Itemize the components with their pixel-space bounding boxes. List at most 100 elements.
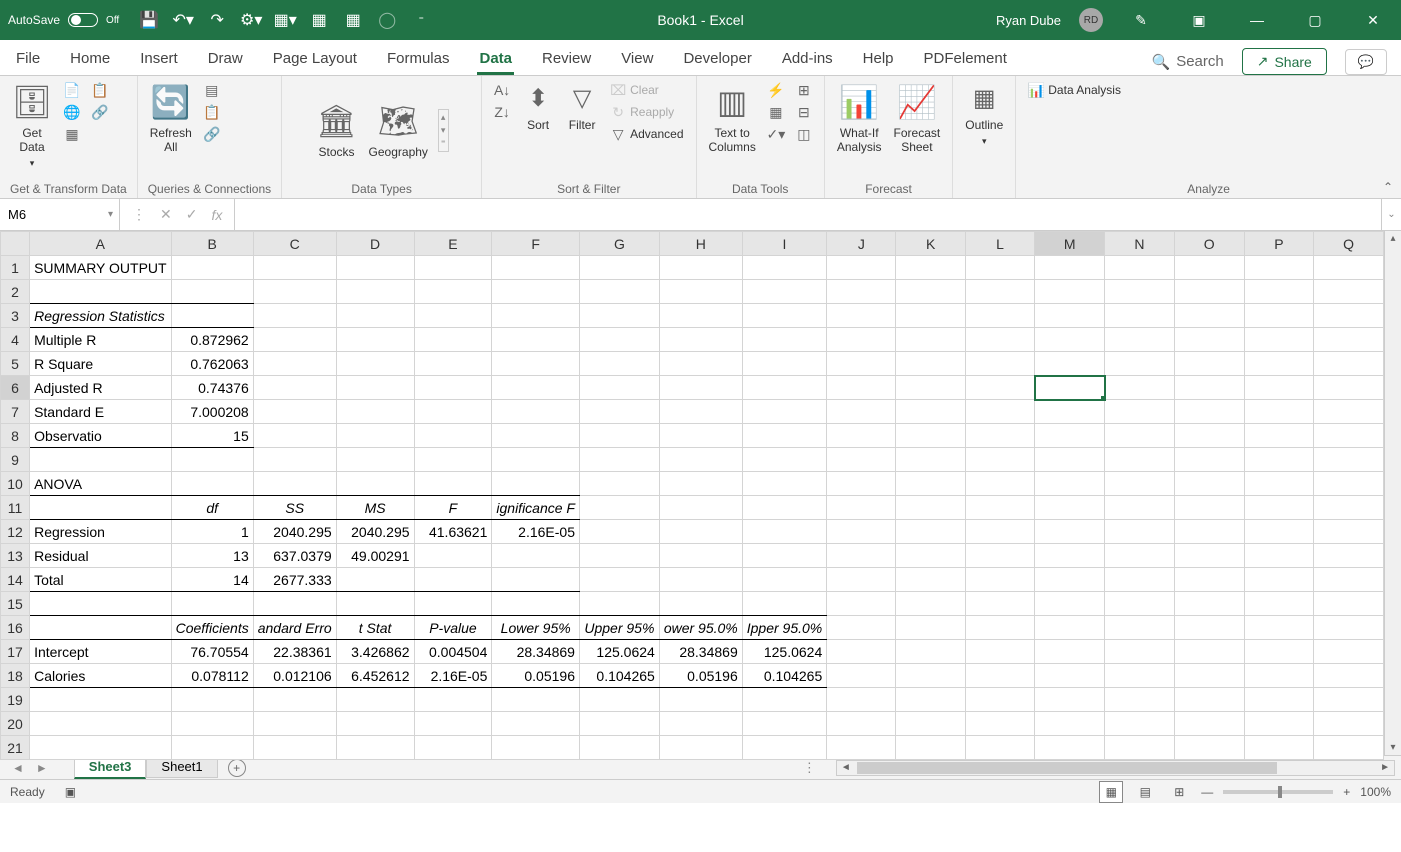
column-header-N[interactable]: N bbox=[1105, 232, 1175, 256]
cell-Q13[interactable] bbox=[1314, 544, 1384, 568]
cell-M16[interactable] bbox=[1035, 616, 1105, 640]
cell-L6[interactable] bbox=[965, 376, 1034, 400]
sort-button[interactable]: ⬍ Sort bbox=[520, 80, 556, 134]
cell-Q14[interactable] bbox=[1314, 568, 1384, 592]
cell-C4[interactable] bbox=[253, 328, 336, 352]
cell-L21[interactable] bbox=[965, 736, 1034, 760]
sheet-next-icon[interactable]: ► bbox=[30, 761, 54, 775]
cell-O10[interactable] bbox=[1174, 472, 1244, 496]
collapse-ribbon-icon[interactable]: ⌃ bbox=[1383, 180, 1393, 194]
row-header-11[interactable]: 11 bbox=[1, 496, 30, 520]
cell-P10[interactable] bbox=[1244, 472, 1314, 496]
data-analysis-button[interactable]: 📊 Data Analysis bbox=[1026, 80, 1123, 100]
cell-C16[interactable]: andard Erro bbox=[253, 616, 336, 640]
cell-I11[interactable] bbox=[742, 496, 827, 520]
refresh-all-button[interactable]: 🔄 Refresh All bbox=[148, 80, 194, 156]
scroll-down-icon[interactable]: ▾ bbox=[1389, 740, 1398, 755]
cell-E12[interactable]: 41.63621 bbox=[414, 520, 492, 544]
cell-O18[interactable] bbox=[1174, 664, 1244, 688]
row-header-7[interactable]: 7 bbox=[1, 400, 30, 424]
cell-K21[interactable] bbox=[896, 736, 966, 760]
cell-M3[interactable] bbox=[1035, 304, 1105, 328]
cell-H11[interactable] bbox=[659, 496, 742, 520]
from-table-button[interactable]: ▦ bbox=[62, 124, 82, 144]
cell-H18[interactable]: 0.05196 bbox=[659, 664, 742, 688]
cell-L16[interactable] bbox=[965, 616, 1034, 640]
cell-Q2[interactable] bbox=[1314, 280, 1384, 304]
horizontal-scrollbar[interactable]: ◄ ► bbox=[836, 760, 1395, 776]
cell-P13[interactable] bbox=[1244, 544, 1314, 568]
cell-M11[interactable] bbox=[1035, 496, 1105, 520]
cell-G19[interactable] bbox=[579, 688, 659, 712]
row-header-4[interactable]: 4 bbox=[1, 328, 30, 352]
cell-O4[interactable] bbox=[1174, 328, 1244, 352]
cell-D21[interactable] bbox=[336, 736, 414, 760]
cell-A12[interactable]: Regression bbox=[30, 520, 172, 544]
cell-F2[interactable] bbox=[492, 280, 580, 304]
cell-P16[interactable] bbox=[1244, 616, 1314, 640]
cell-Q21[interactable] bbox=[1314, 736, 1384, 760]
comments-button[interactable]: 💬 bbox=[1345, 49, 1387, 75]
cell-I9[interactable] bbox=[742, 448, 827, 472]
cell-H21[interactable] bbox=[659, 736, 742, 760]
cell-F18[interactable]: 0.05196 bbox=[492, 664, 580, 688]
scroll-left-icon[interactable]: ◄ bbox=[837, 762, 855, 773]
cell-Q16[interactable] bbox=[1314, 616, 1384, 640]
column-header-J[interactable]: J bbox=[827, 232, 896, 256]
cell-P14[interactable] bbox=[1244, 568, 1314, 592]
cell-G17[interactable]: 125.0624 bbox=[579, 640, 659, 664]
cell-E7[interactable] bbox=[414, 400, 492, 424]
cell-J7[interactable] bbox=[827, 400, 896, 424]
cell-G3[interactable] bbox=[579, 304, 659, 328]
cancel-icon[interactable]: ✕ bbox=[160, 206, 172, 223]
row-header-1[interactable]: 1 bbox=[1, 256, 30, 280]
column-header-L[interactable]: L bbox=[965, 232, 1034, 256]
column-header-F[interactable]: F bbox=[492, 232, 580, 256]
cell-D6[interactable] bbox=[336, 376, 414, 400]
cell-K14[interactable] bbox=[896, 568, 966, 592]
row-header-5[interactable]: 5 bbox=[1, 352, 30, 376]
undo-icon[interactable]: ↶▾ bbox=[173, 10, 193, 30]
row-header-13[interactable]: 13 bbox=[1, 544, 30, 568]
cell-Q8[interactable] bbox=[1314, 424, 1384, 448]
cell-N9[interactable] bbox=[1105, 448, 1175, 472]
cell-L10[interactable] bbox=[965, 472, 1034, 496]
cell-F12[interactable]: 2.16E-05 bbox=[492, 520, 580, 544]
cell-M10[interactable] bbox=[1035, 472, 1105, 496]
cell-N15[interactable] bbox=[1105, 592, 1175, 616]
cell-M1[interactable] bbox=[1035, 256, 1105, 280]
cell-L12[interactable] bbox=[965, 520, 1034, 544]
cell-K13[interactable] bbox=[896, 544, 966, 568]
remove-dup-button[interactable]: ▦ bbox=[766, 102, 786, 122]
cell-H17[interactable]: 28.34869 bbox=[659, 640, 742, 664]
filter-button[interactable]: ▽ Filter bbox=[564, 80, 600, 134]
cell-J9[interactable] bbox=[827, 448, 896, 472]
cell-P20[interactable] bbox=[1244, 712, 1314, 736]
cell-K19[interactable] bbox=[896, 688, 966, 712]
cell-H7[interactable] bbox=[659, 400, 742, 424]
cell-M17[interactable] bbox=[1035, 640, 1105, 664]
cell-M19[interactable] bbox=[1035, 688, 1105, 712]
cell-O9[interactable] bbox=[1174, 448, 1244, 472]
cell-H3[interactable] bbox=[659, 304, 742, 328]
cell-H5[interactable] bbox=[659, 352, 742, 376]
cell-F7[interactable] bbox=[492, 400, 580, 424]
cell-A11[interactable] bbox=[30, 496, 172, 520]
cell-K7[interactable] bbox=[896, 400, 966, 424]
cell-G7[interactable] bbox=[579, 400, 659, 424]
cell-N8[interactable] bbox=[1105, 424, 1175, 448]
cell-D8[interactable] bbox=[336, 424, 414, 448]
cell-I6[interactable] bbox=[742, 376, 827, 400]
cell-D12[interactable]: 2040.295 bbox=[336, 520, 414, 544]
cell-C17[interactable]: 22.38361 bbox=[253, 640, 336, 664]
row-header-9[interactable]: 9 bbox=[1, 448, 30, 472]
cell-O6[interactable] bbox=[1174, 376, 1244, 400]
cell-B11[interactable]: df bbox=[171, 496, 253, 520]
cell-L18[interactable] bbox=[965, 664, 1034, 688]
cell-F8[interactable] bbox=[492, 424, 580, 448]
cell-I21[interactable] bbox=[742, 736, 827, 760]
normal-view-button[interactable]: ▦ bbox=[1099, 781, 1123, 803]
cell-C13[interactable]: 637.0379 bbox=[253, 544, 336, 568]
formula-more-icon[interactable]: ⋮ bbox=[132, 206, 146, 223]
cell-K12[interactable] bbox=[896, 520, 966, 544]
